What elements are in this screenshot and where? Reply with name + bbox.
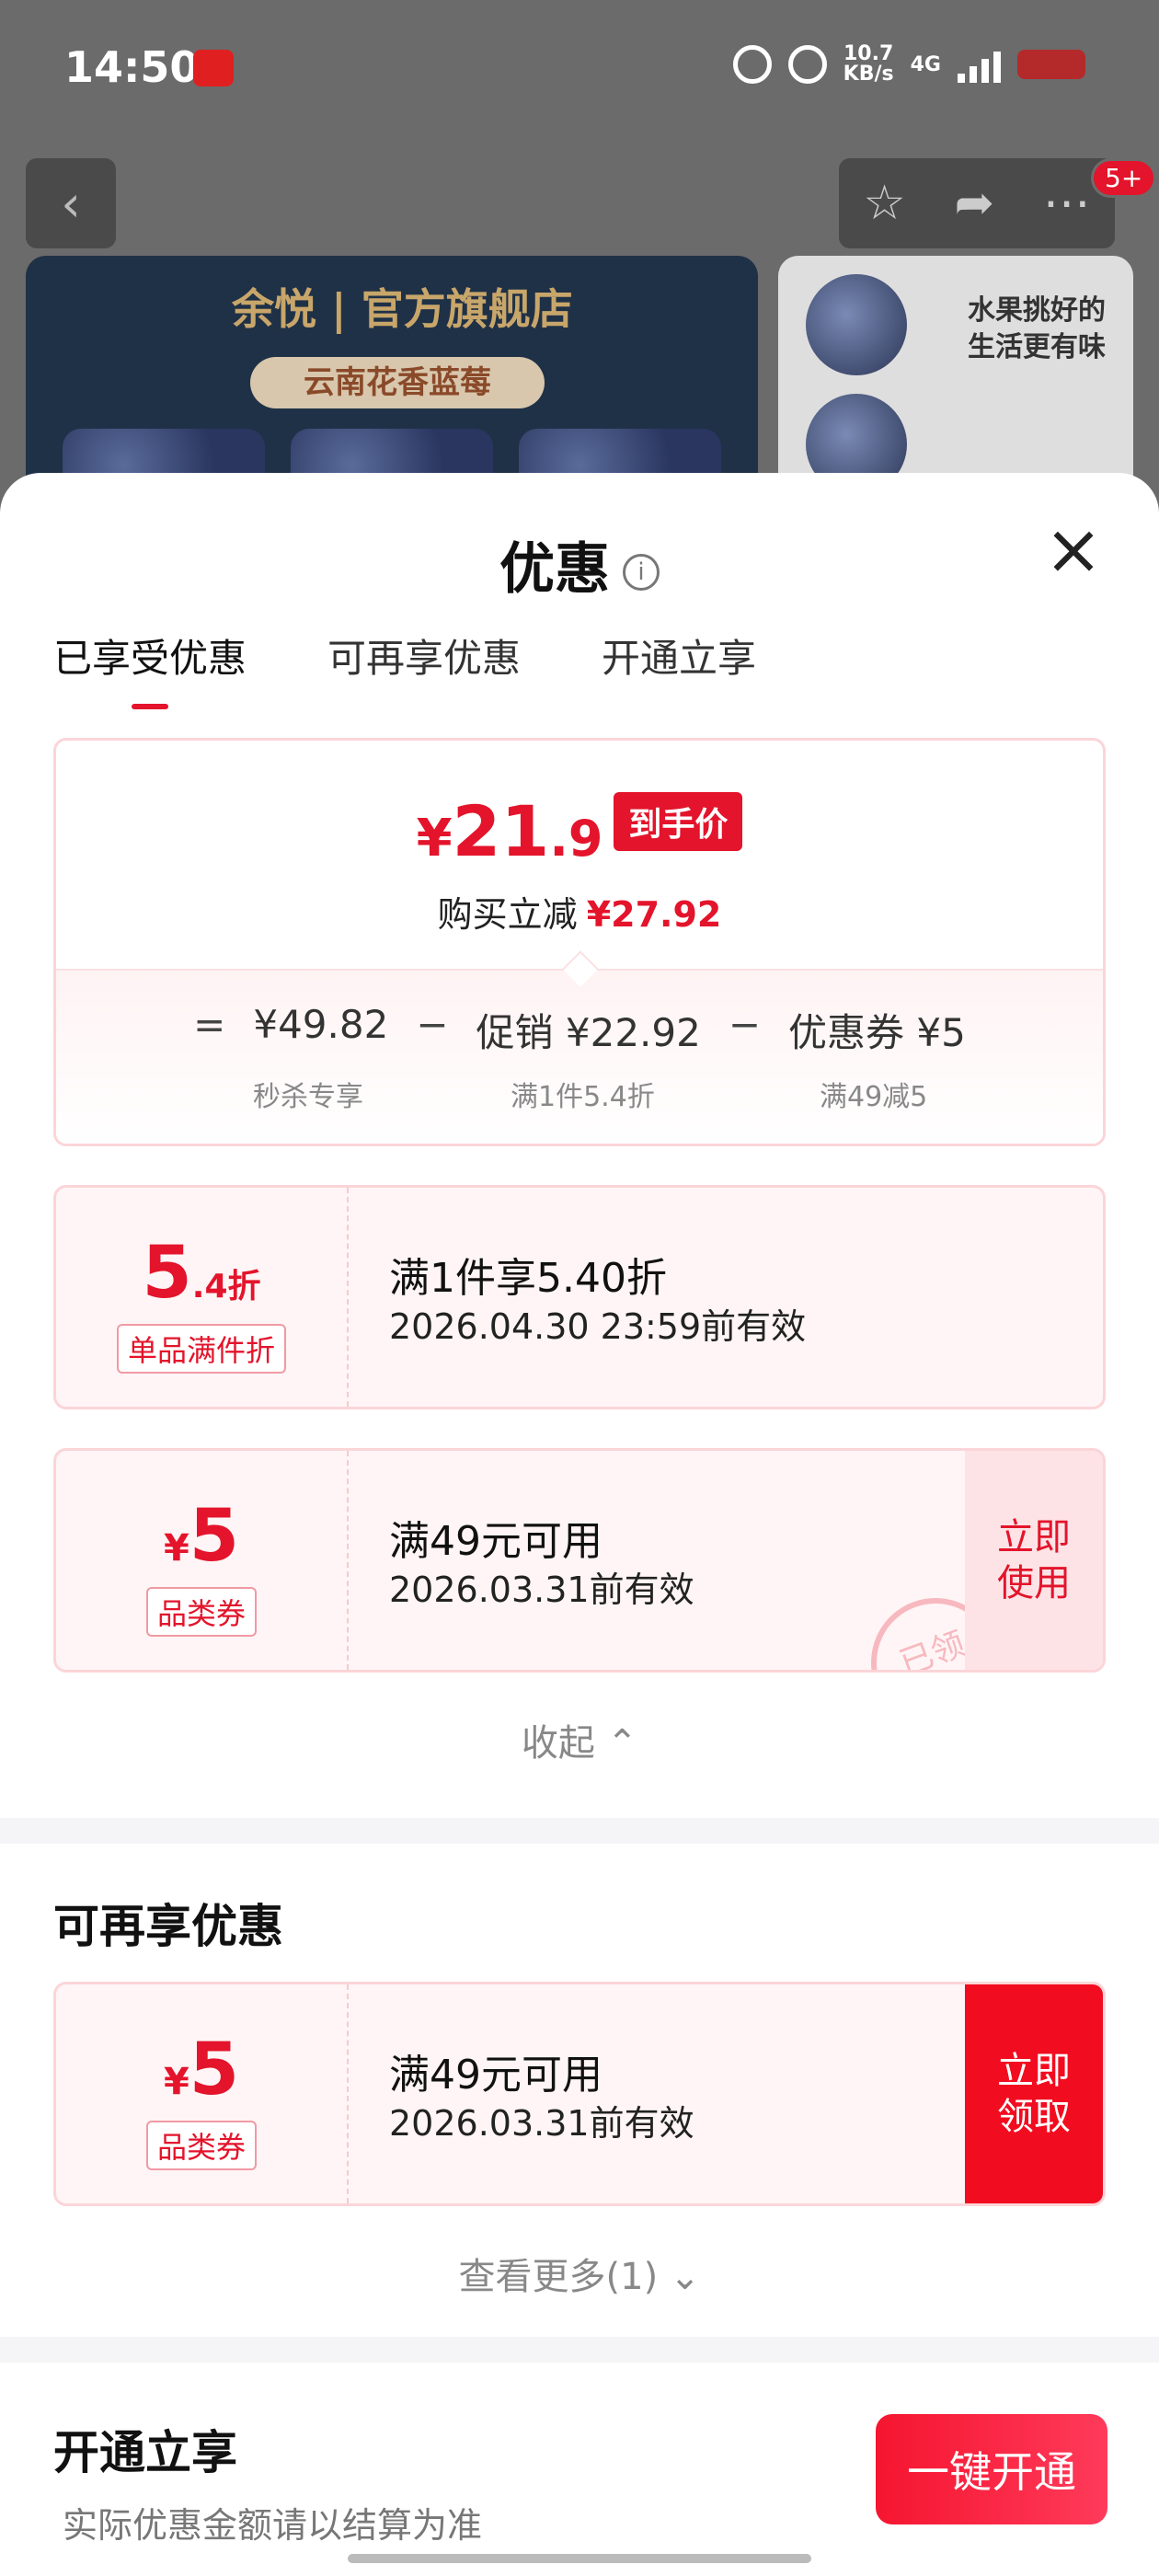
base-price-label: 秒杀专享: [253, 1081, 363, 1113]
status-bar: 14:50 10.7 KB/s 4G: [0, 0, 1159, 138]
final-currency: ¥: [416, 809, 453, 868]
coupon-amount: 优惠券 ¥5: [788, 1010, 966, 1055]
promo-amount: 促销 ¥22.92: [476, 1010, 701, 1055]
section-divider: [0, 2337, 1159, 2363]
minus-sign: −: [416, 1002, 449, 1047]
coupon-validity: 2026.03.31前有效: [389, 1570, 694, 1610]
close-icon: ×: [1044, 508, 1103, 590]
tab-enjoyed[interactable]: 已享受优惠: [53, 627, 247, 684]
coupon-value-number: 5: [189, 1495, 240, 1578]
mute-icon: [787, 45, 827, 84]
chevron-left-icon: ‹: [61, 174, 81, 233]
discount-unit: 折: [227, 1268, 261, 1305]
discount-int: 5: [142, 1232, 192, 1315]
claim-now-label: 立即 领取: [997, 2050, 1071, 2138]
favorite-star-icon[interactable]: ☆: [863, 176, 906, 231]
discount-validity: 2026.04.30 23:59前有效: [389, 1306, 807, 1347]
coupon-currency: ¥: [163, 1527, 189, 1570]
open-section-title: 开通立享: [53, 2426, 237, 2479]
final-price-tag: 到手价: [614, 792, 743, 851]
promo-label: 满1件5.4折: [511, 1081, 655, 1113]
coupon-type-label: 品类券: [145, 2121, 258, 2170]
sheet-title: 优惠 i: [0, 524, 1159, 604]
price-breakdown: = ¥49.82 − 促销 ¥22.92 − 优惠券 ¥5 秒杀专享 满1件5.…: [56, 969, 1103, 1144]
status-time: 14:50: [64, 42, 200, 92]
settlement-note: 实际优惠金额请以结算为准: [63, 2505, 483, 2546]
net-speed-unit: KB/s: [843, 63, 894, 86]
tab-more-available[interactable]: 可再享优惠: [327, 627, 521, 684]
coupon-value-number: 5: [189, 2029, 240, 2111]
product-ribbon: 云南花香蓝莓: [250, 357, 545, 408]
reduce-line: 购买立减 ¥27.92: [56, 886, 1103, 937]
reduce-value: ¥27.92: [586, 894, 722, 935]
used-coupon-card: ¥5 品类券 满49元可用 2026.03.31前有效 已领 立即 使用: [53, 1448, 1106, 1673]
collapse-button[interactable]: 收起 ⌃: [0, 1713, 1159, 1766]
alarm-icon: [732, 45, 772, 84]
coupon-value: ¥5: [56, 2029, 347, 2111]
coupon-label: 满49减5: [820, 1081, 928, 1113]
coupon-validity: 2026.03.31前有效: [389, 2103, 694, 2144]
back-button[interactable]: ‹: [26, 158, 116, 248]
app-notification-icon: [193, 50, 234, 86]
side-text-1: 水果挑好的: [968, 294, 1106, 327]
coupon-title: 满49元可用: [389, 2052, 602, 2099]
final-dec: .9: [549, 810, 603, 868]
discount-title: 满1件享5.40折: [389, 1255, 667, 1302]
section-divider: [0, 1818, 1159, 1844]
base-price: ¥49.82: [253, 1002, 389, 1047]
discount-value: 5.4折: [56, 1232, 347, 1315]
close-button[interactable]: ×: [1041, 514, 1106, 584]
info-icon[interactable]: i: [623, 554, 660, 592]
home-indicator: [348, 2554, 811, 2563]
final-price: ¥21.9 到手价: [56, 790, 1103, 872]
coupon-type-label: 品类券: [145, 1587, 258, 1637]
view-more-button[interactable]: 查看更多(1) ⌄: [0, 2247, 1159, 2300]
side-text-2: 生活更有味: [968, 331, 1106, 363]
coupon-title: 满49元可用: [389, 1518, 602, 1565]
use-now-button[interactable]: 立即 使用: [965, 1451, 1103, 1670]
share-icon[interactable]: ➦: [955, 176, 995, 231]
net-speed: 10.7 KB/s: [843, 44, 894, 85]
available-coupon-card: ¥5 品类券 满49元可用 2026.03.31前有效 立即 领取: [53, 1982, 1106, 2206]
signal-icon: [958, 46, 1001, 83]
coupon-value: ¥5: [56, 1495, 347, 1578]
discount-type-label: 单品满件折: [116, 1324, 287, 1374]
tab-open-enjoy[interactable]: 开通立享: [602, 627, 756, 684]
discount-sheet: 优惠 i × 已享受优惠 可再享优惠 开通立享 ¥21.9 到手价 购买立减 ¥27.…: [0, 473, 1159, 2576]
side-banner-text: 水果挑好的 生活更有味: [968, 293, 1106, 366]
one-click-open-button[interactable]: 一键开通: [876, 2414, 1107, 2524]
price-summary-card: ¥21.9 到手价 购买立减 ¥27.92 = ¥49.82 − 促销 ¥22.92…: [53, 738, 1106, 1146]
store-name: 余悦 | 官方旗舰店: [232, 284, 573, 334]
more-section-title: 可再享优惠: [53, 1900, 283, 1953]
discount-dec: .4: [191, 1268, 228, 1305]
message-badge: 5+: [1091, 158, 1157, 198]
network-type: 4G: [910, 52, 941, 76]
more-icon[interactable]: ⋯: [1043, 176, 1091, 231]
reduce-label: 购买立减: [437, 894, 578, 935]
minus-sign: −: [728, 1002, 762, 1047]
battery-icon: [1017, 50, 1085, 79]
final-int: 21: [452, 790, 550, 872]
sheet-title-text: 优惠: [499, 537, 610, 602]
coupon-currency: ¥: [163, 2061, 189, 2103]
equals-sign: =: [193, 1002, 226, 1047]
blueberry-image: [806, 274, 907, 375]
discount-card: 5.4折 单品满件折 满1件享5.40折 2026.04.30 23:59前有效: [53, 1185, 1106, 1409]
claim-now-button[interactable]: 立即 领取: [965, 1984, 1103, 2203]
tab-bar: 已享受优惠 可再享优惠 开通立享: [53, 627, 756, 684]
nav-actions: ☆ ➦ ⋯: [839, 158, 1115, 248]
use-now-label: 立即 使用: [997, 1516, 1071, 1604]
